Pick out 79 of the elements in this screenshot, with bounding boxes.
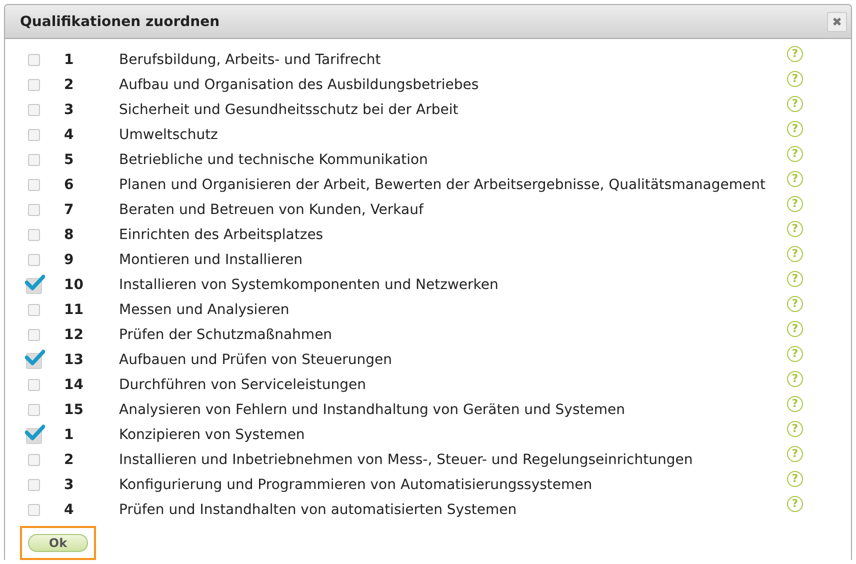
qualification-number: 9 [63,252,75,268]
checkbox[interactable] [28,104,40,116]
qualification-label: Montieren und Installieren [119,252,304,268]
help-button[interactable]: ? [787,70,803,86]
qualification-label: Installieren und Inbetriebnehmen von Mess-, Steuer- und Regelungseinrichtungen [119,452,694,468]
qualification-number: 5 [63,152,75,168]
qualification-label: Beraten und Betreuen von Kunden, Verkauf [119,202,425,218]
help-button[interactable]: ? [787,220,803,236]
qualification-label: Umweltschutz [119,126,219,142]
qualification-label: Konzipieren von Systemen [119,426,306,442]
qualification-label: Einrichten des Arbeitsplatzes [119,226,324,242]
dialog-title: Qualifikationen zuordnen [20,14,220,30]
checkbox[interactable] [28,128,40,140]
qualification-number: 13 [63,352,84,368]
qualification-number: 3 [63,476,75,492]
help-button[interactable]: ? [787,296,803,312]
checkbox[interactable] [28,228,40,240]
qualification-label: Installieren von Systemkomponenten und Netzwerken [119,276,500,292]
help-button[interactable]: ? [787,146,803,162]
qualification-label: Prüfen der Schutzmaßnahmen [119,326,334,342]
qualification-number: 12 [63,326,84,342]
checkbox[interactable] [28,504,40,516]
help-button[interactable]: ? [787,346,803,362]
help-button[interactable]: ? [787,470,803,486]
checkbox[interactable] [28,54,40,66]
qualification-label: Durchführen von Serviceleistungen [119,376,367,392]
help-button[interactable]: ? [787,246,803,262]
help-button[interactable]: ? [787,96,803,112]
qualification-label: Berufsbildung, Arbeits- und Tarifrecht [119,52,382,68]
checkbox[interactable] [28,254,40,266]
qualification-label: Sicherheit und Gesundheitsschutz bei der Arbeit [119,102,460,118]
qualification-label: Messen und Analysieren [119,302,290,318]
qualification-number: 3 [63,102,75,118]
qualification-number: 2 [63,76,75,92]
qualification-number: 15 [63,402,84,418]
qualification-number: 4 [63,126,75,142]
checkbox[interactable] [28,78,40,90]
help-button[interactable]: ? [787,270,803,286]
checkbox[interactable] [28,328,40,340]
help-button[interactable]: ? [787,46,803,62]
help-button[interactable]: ? [787,370,803,386]
checkbox[interactable] [28,378,40,390]
qualification-label: Aufbauen und Prüfen von Steuerungen [119,352,393,368]
qualification-number: 8 [63,226,75,242]
help-button[interactable]: ? [787,396,803,412]
ok-button[interactable]: Ok [28,534,88,552]
qualification-number: 11 [63,302,84,318]
qualification-number: 10 [63,276,84,292]
qualification-label: Aufbau und Organisation des Ausbildungsbetriebes [119,76,480,92]
checkbox[interactable] [26,428,42,444]
qualification-label: Prüfen und Instandhalten von automatisierten Systemen [119,502,518,518]
qualification-number: 1 [63,52,75,68]
help-button[interactable]: ? [787,420,803,436]
checkbox[interactable] [26,352,42,368]
checkbox[interactable] [28,178,40,190]
help-button[interactable]: ? [787,170,803,186]
qualification-label: Analysieren von Fehlern und Instandhaltung von Geräten und Systemen [119,402,626,418]
help-button[interactable]: ? [787,446,803,462]
help-button[interactable]: ? [787,120,803,136]
help-button[interactable]: ? [787,496,803,512]
checkbox[interactable] [28,204,40,216]
qualification-number: 6 [63,176,75,192]
qualification-number: 7 [63,202,75,218]
qualification-number: 14 [63,376,84,392]
checkbox[interactable] [26,278,42,294]
checkbox[interactable] [28,454,40,466]
qualification-label: Konfigurierung und Programmieren von Automatisierungssystemen [119,476,594,492]
checkbox[interactable] [28,478,40,490]
qualification-number: 2 [63,452,75,468]
qualification-label: Planen und Organisieren der Arbeit, Bewerten der Arbeitsergebnisse, Qualitätsmanagement [119,176,766,192]
close-button[interactable]: ✖ [827,12,847,32]
help-button[interactable]: ? [787,320,803,336]
qualification-label: Betriebliche und technische Kommunikation [119,152,429,168]
checkbox[interactable] [28,304,40,316]
checkbox[interactable] [28,404,40,416]
qualification-number: 4 [63,502,75,518]
qualification-number: 1 [63,426,75,442]
help-button[interactable]: ? [787,196,803,212]
checkbox[interactable] [28,154,40,166]
